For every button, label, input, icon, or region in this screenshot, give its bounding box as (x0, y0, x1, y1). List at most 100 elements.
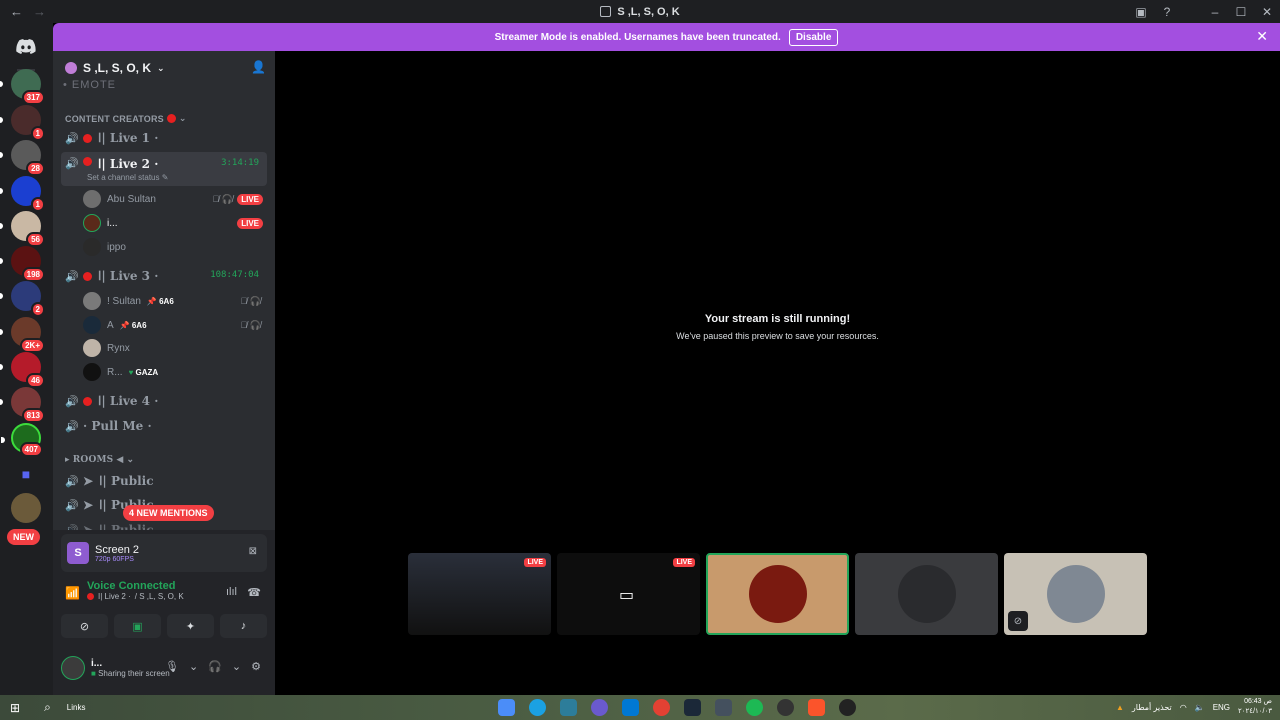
weather-warning-icon[interactable]: ▲ (1116, 703, 1124, 712)
screen-share-card[interactable]: S Screen 2 720p 60FPS ⊠ (61, 534, 267, 572)
voice-user[interactable]: A 📌 6A6 🎙̸ 🎧̸ (83, 315, 267, 335)
voice-channel-live-3[interactable]: 🔊 ا| Live 3 · 108:47:04 (61, 265, 267, 287)
unread-pill (1, 437, 5, 443)
guild-icon[interactable]: 1 (0, 105, 45, 141)
live-badge: LIVE (524, 558, 546, 567)
voice-user[interactable]: Rynx (83, 338, 267, 358)
chrome-icon[interactable] (653, 699, 670, 716)
mention-badge: 46 (26, 373, 45, 388)
noise-suppression-icon[interactable]: ılıl (226, 586, 237, 598)
voice-user[interactable]: Abu Sultan 🎙̸ 🎧̸ LIVE (83, 189, 267, 209)
category-content-creators[interactable]: CONTENT CREATORS ⌄ (65, 113, 187, 124)
new-unreads-pill[interactable]: NEW (7, 529, 40, 545)
stream-thumbnail[interactable]: LIVE ▭ (557, 553, 700, 635)
guild-icon[interactable]: 56 (0, 211, 45, 247)
back-arrow-icon[interactable]: ← (10, 4, 23, 19)
unread-pill (0, 152, 3, 158)
copilot-icon[interactable] (498, 699, 515, 716)
activities-icon[interactable]: ✦ (167, 614, 214, 638)
taskbar-apps (498, 699, 856, 716)
language-indicator[interactable]: ENG (1213, 703, 1230, 712)
clock[interactable]: 06:43 ص ٢٠٢٤/١٠/٠٣ (1238, 697, 1272, 717)
close-icon[interactable]: ✕ (1256, 28, 1268, 45)
guild-icon[interactable]: 46 (0, 352, 45, 388)
app-icon[interactable] (839, 699, 856, 716)
voice-channel-live-1[interactable]: 🔊 ا| Live 1 · (61, 127, 267, 149)
obs-icon[interactable] (777, 699, 794, 716)
voice-user[interactable]: R... ♥ GAZA (83, 362, 267, 382)
voice-user[interactable]: ! Sultan 📌 6A6 🎙̸ 🎧̸ (83, 291, 267, 311)
help-icon[interactable]: ? (1154, 0, 1180, 23)
soundboard-icon[interactable]: ♪ (220, 614, 267, 638)
app-icon[interactable] (715, 699, 732, 716)
close-window-icon[interactable]: ✕ (1254, 0, 1280, 23)
edge-icon[interactable] (529, 699, 546, 716)
disconnect-icon[interactable]: ☎ (247, 586, 261, 599)
minimize-icon[interactable]: – (1202, 0, 1228, 23)
red-dot-icon (83, 157, 92, 166)
brave-icon[interactable] (808, 699, 825, 716)
new-mentions-pill[interactable]: 4 NEW MENTIONS (123, 505, 214, 521)
camera-off-icon[interactable]: ⊘ (61, 614, 108, 638)
microphone-icon[interactable]: 🎙 (165, 660, 179, 673)
spotify-icon[interactable] (746, 699, 763, 716)
folder-icon[interactable]: ■ (11, 459, 41, 489)
guild-icon[interactable]: 2K+ (0, 317, 45, 353)
outlook-icon[interactable] (622, 699, 639, 716)
mention-badge: 1 (30, 197, 45, 212)
voice-connected-label[interactable]: Voice Connected (87, 580, 265, 592)
guild-icon[interactable]: 317 (0, 69, 45, 105)
signal-icon: 📶 (65, 586, 80, 600)
screen-share-button-icon[interactable]: ▣ (114, 614, 161, 638)
stream-thumbnail[interactable]: LIVE (408, 553, 551, 635)
store-icon[interactable] (560, 699, 577, 716)
inbox-icon[interactable]: ▣ (1128, 0, 1154, 23)
disable-button[interactable]: Disable (788, 28, 839, 46)
links-toolbar[interactable]: Links (67, 703, 86, 712)
speaker-icon: 🔊 (65, 395, 79, 408)
gear-icon[interactable]: ⚙ (251, 660, 261, 673)
wifi-icon[interactable]: ◠ (1180, 703, 1187, 712)
voice-channel-pull-me[interactable]: 🔊 · Pull Me · (61, 415, 267, 437)
user-name: ippo (107, 241, 126, 253)
steam-icon[interactable] (684, 699, 701, 716)
guild-icon[interactable]: 407 (1, 423, 43, 457)
maximize-icon[interactable]: ☐ (1228, 0, 1254, 23)
guild-icon[interactable]: 28 (0, 140, 45, 176)
avatar (83, 363, 101, 381)
titlebar-controls: ▣ ? – ☐ ✕ (1128, 0, 1280, 23)
headphones-icon[interactable]: 🎧 (208, 660, 222, 673)
voice-channel-live-4[interactable]: 🔊 ا| Live 4 · (61, 390, 267, 412)
guild-icon[interactable]: 198 (0, 246, 45, 282)
participant-tile-selected[interactable] (706, 553, 849, 635)
chevron-down-icon[interactable]: ⌄ (189, 660, 198, 673)
channel-status[interactable]: Set a channel status ✎ (87, 173, 168, 182)
guild-icon[interactable] (11, 493, 41, 523)
voice-channel-live-2[interactable]: 🔊 ا| Live 2 · 3:14:19 Set a channel stat… (61, 152, 267, 186)
stop-share-icon[interactable]: ⊠ (249, 546, 257, 557)
add-member-icon[interactable]: 👤 (251, 60, 266, 74)
guild-icon[interactable]: 813 (0, 387, 45, 423)
guild-icon[interactable]: 2 (0, 281, 45, 317)
guild-icon[interactable]: 1 (0, 176, 45, 212)
voice-user[interactable]: i... LIVE (83, 213, 267, 233)
mention-badge: 813 (21, 408, 45, 423)
speaker-icon: 🔊 (65, 475, 79, 488)
channel-emote[interactable]: • EMOTE (63, 79, 116, 91)
participant-tile[interactable] (855, 553, 998, 635)
status-text: Sharing their screen (98, 669, 170, 678)
voice-channel-public[interactable]: 🔊 ➤ ا| Public (61, 470, 267, 492)
voice-user[interactable]: ippo (83, 237, 267, 257)
discord-taskbar-icon[interactable] (591, 699, 608, 716)
video-hidden-icon[interactable]: ⊘ (1008, 611, 1028, 631)
forward-arrow-icon[interactable]: → (33, 4, 46, 19)
avatar[interactable] (61, 656, 85, 680)
participant-tile[interactable]: ⊘ (1004, 553, 1147, 635)
category-rooms[interactable]: ▸ ROOMS ◀ ⌄ (65, 455, 134, 465)
chevron-down-icon[interactable]: ⌄ (232, 660, 241, 673)
search-icon[interactable]: ⌕ (44, 700, 51, 715)
volume-icon[interactable]: 🔈 (1195, 703, 1205, 712)
weather-text[interactable]: تحذير أمطار (1132, 703, 1172, 712)
windows-start-icon[interactable]: ⊞ (10, 701, 20, 715)
discord-home-icon[interactable] (11, 31, 41, 61)
